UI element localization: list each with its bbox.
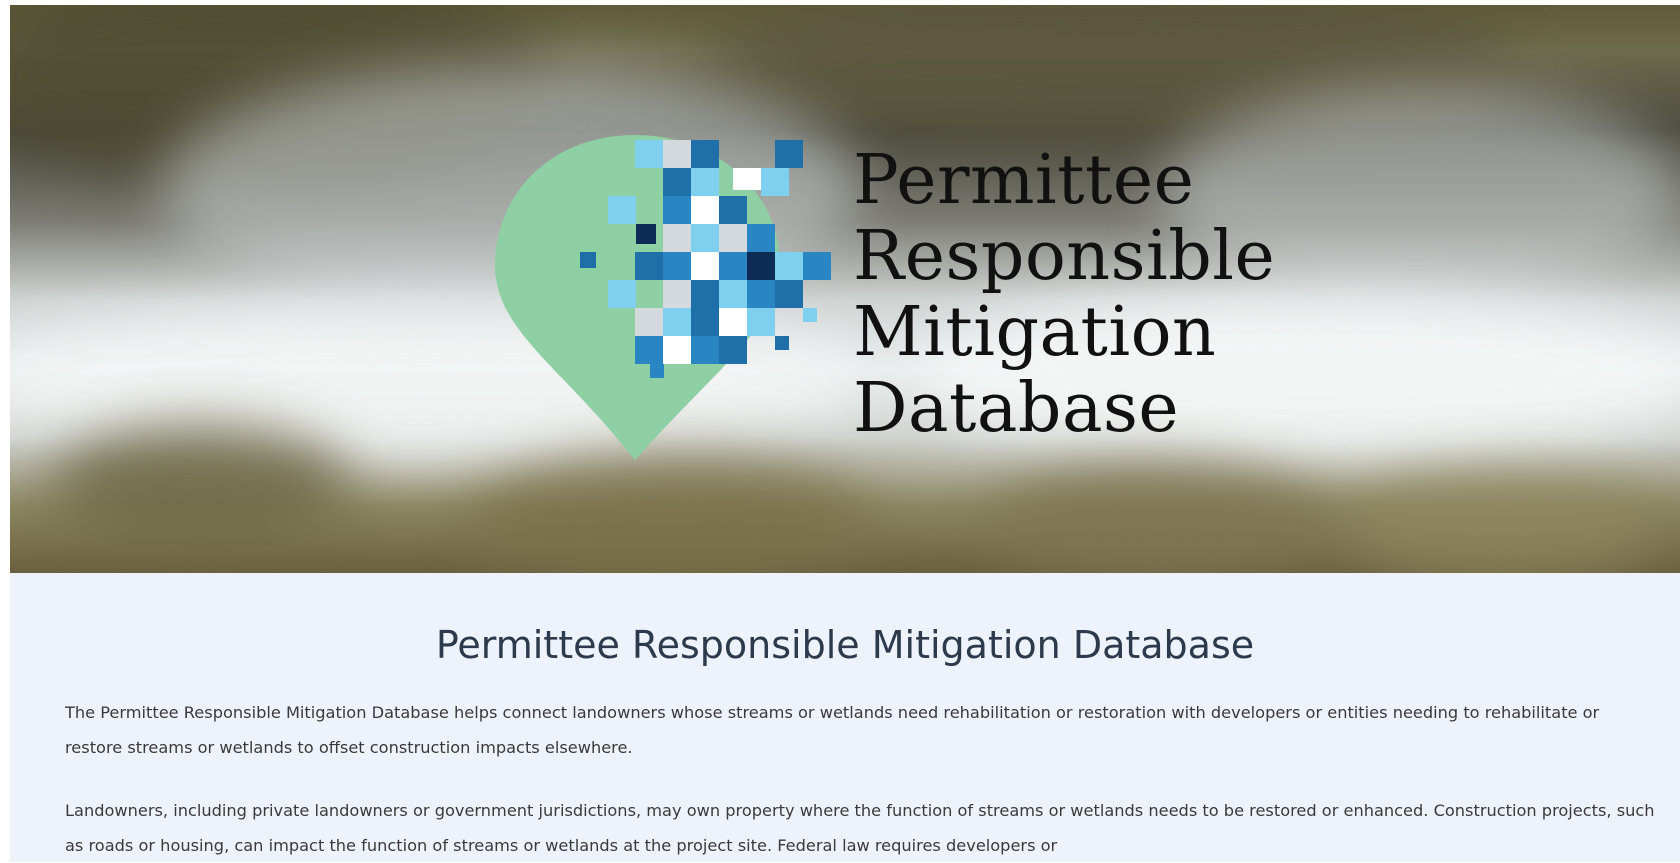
map-pin-pixel-logo-icon <box>495 135 831 460</box>
logo-title-line-1: Permittee <box>853 141 1195 220</box>
page-title: Permittee Responsible Mitigation Databas… <box>435 623 1255 667</box>
intro-section: Permittee Responsible Mitigation Databas… <box>10 573 1680 862</box>
logo-title-line-2: Responsible <box>853 217 1276 296</box>
hero-banner: Permittee Responsible Mitigation Databas… <box>10 5 1680 573</box>
intro-paragraph-1: The Permittee Responsible Mitigation Dat… <box>65 703 1600 757</box>
logo-title: Permittee Responsible Mitigation Databas… <box>853 143 1275 447</box>
logo-title-line-4: Database <box>853 369 1180 448</box>
logo-title-line-3: Mitigation <box>853 293 1217 372</box>
intro-paragraph-2: Landowners, including private landowners… <box>65 801 1655 855</box>
